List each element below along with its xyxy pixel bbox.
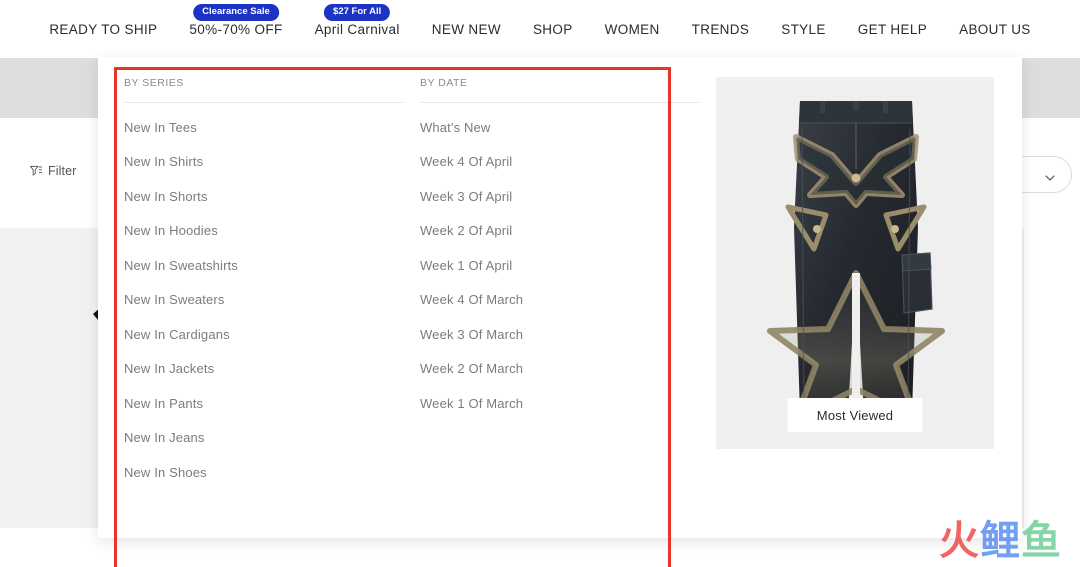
banner-band-right bbox=[1022, 58, 1080, 118]
list-item[interactable]: New In Tees bbox=[124, 109, 420, 144]
nav-item-ready-to-ship[interactable]: READY TO SHIP bbox=[33, 22, 173, 37]
nav-item-clearance[interactable]: Clearance Sale 50%-70% OFF bbox=[173, 3, 298, 37]
dropdown-column-by-series: BY SERIES New In Tees New In Shirts New … bbox=[124, 57, 420, 538]
chevron-down-icon bbox=[1045, 170, 1055, 181]
nav-item-label: 50%-70% OFF bbox=[189, 21, 283, 37]
nav-item-label: TRENDS bbox=[691, 21, 750, 37]
nav-badge-27-for-all: $27 For All bbox=[324, 3, 391, 21]
list-item[interactable]: Week 4 Of April bbox=[420, 144, 716, 179]
list-item[interactable]: New In Shorts bbox=[124, 178, 420, 213]
list-item[interactable]: Week 2 Of April bbox=[420, 213, 716, 248]
nav-item-trends[interactable]: TRENDS bbox=[676, 22, 766, 37]
by-date-list: What's New Week 4 Of April Week 3 Of Apr… bbox=[420, 103, 716, 420]
top-navigation: READY TO SHIP Clearance Sale 50%-70% OFF… bbox=[0, 0, 1080, 58]
list-item[interactable]: What's New bbox=[420, 109, 716, 144]
nav-item-label: WOMEN bbox=[604, 21, 660, 37]
nav-item-get-help[interactable]: GET HELP bbox=[842, 22, 943, 37]
list-item[interactable]: New In Sweaters bbox=[124, 282, 420, 317]
filter-button-label: Filter bbox=[48, 164, 77, 178]
column-heading: BY SERIES bbox=[124, 77, 403, 103]
nav-item-label: NEW NEW bbox=[431, 21, 501, 37]
filter-button[interactable]: Filter bbox=[29, 164, 77, 178]
watermark-char-3: 鱼 bbox=[1021, 518, 1062, 564]
filter-icon bbox=[29, 165, 43, 177]
promo-tile[interactable]: Most Viewed bbox=[716, 77, 994, 449]
nav-item-label: GET HELP bbox=[857, 21, 928, 37]
nav-item-style[interactable]: STYLE bbox=[765, 22, 842, 37]
nav-item-label: READY TO SHIP bbox=[49, 21, 158, 37]
list-item[interactable]: Week 3 Of April bbox=[420, 178, 716, 213]
promo-product-image bbox=[716, 77, 994, 449]
list-item[interactable]: New In Shirts bbox=[124, 144, 420, 179]
by-series-list: New In Tees New In Shirts New In Shorts … bbox=[124, 103, 420, 489]
list-item[interactable]: New In Jackets bbox=[124, 351, 420, 386]
nav-item-label: SHOP bbox=[532, 21, 573, 37]
list-item[interactable]: New In Pants bbox=[124, 385, 420, 420]
list-item[interactable]: New In Hoodies bbox=[124, 213, 420, 248]
list-item[interactable]: Week 1 Of March bbox=[420, 385, 716, 420]
nav-item-shop[interactable]: SHOP bbox=[517, 22, 589, 37]
list-item[interactable]: New In Jeans bbox=[124, 420, 420, 455]
nav-item-label: April Carnival bbox=[314, 21, 400, 37]
nav-item-about-us[interactable]: ABOUT US bbox=[943, 22, 1047, 37]
product-card[interactable] bbox=[0, 228, 35, 528]
column-heading: BY DATE bbox=[420, 77, 699, 103]
watermark-char-1: 火 bbox=[939, 518, 980, 564]
nav-badge-clearance-sale: Clearance Sale bbox=[193, 3, 279, 21]
nav-item-label: STYLE bbox=[781, 21, 826, 37]
nav-item-women[interactable]: WOMEN bbox=[589, 22, 676, 37]
watermark-char-2: 鲤 bbox=[980, 518, 1021, 564]
promo-label: Most Viewed bbox=[787, 398, 923, 432]
banner-band-left bbox=[0, 58, 98, 118]
nav-item-april-carnival[interactable]: $27 For All April Carnival bbox=[299, 3, 416, 37]
list-item[interactable]: New In Cardigans bbox=[124, 316, 420, 351]
nav-item-label: ABOUT US bbox=[959, 21, 1031, 37]
watermark: 火鲤鱼 bbox=[939, 521, 1062, 561]
list-item[interactable]: New In Shoes bbox=[124, 454, 420, 489]
list-item[interactable]: Week 1 Of April bbox=[420, 247, 716, 282]
list-item[interactable]: Week 3 Of March bbox=[420, 316, 716, 351]
dropdown-column-by-date: BY DATE What's New Week 4 Of April Week … bbox=[420, 57, 716, 538]
list-item[interactable]: Week 2 Of March bbox=[420, 351, 716, 386]
mega-dropdown-panel: BY SERIES New In Tees New In Shirts New … bbox=[98, 57, 1022, 567]
nav-item-new-new[interactable]: NEW NEW bbox=[416, 22, 517, 37]
list-item[interactable]: Week 4 Of March bbox=[420, 282, 716, 317]
list-item[interactable]: New In Sweatshirts bbox=[124, 247, 420, 282]
page-root: Filter READY TO SHIP Clearance Sale 50%-… bbox=[0, 0, 1080, 567]
